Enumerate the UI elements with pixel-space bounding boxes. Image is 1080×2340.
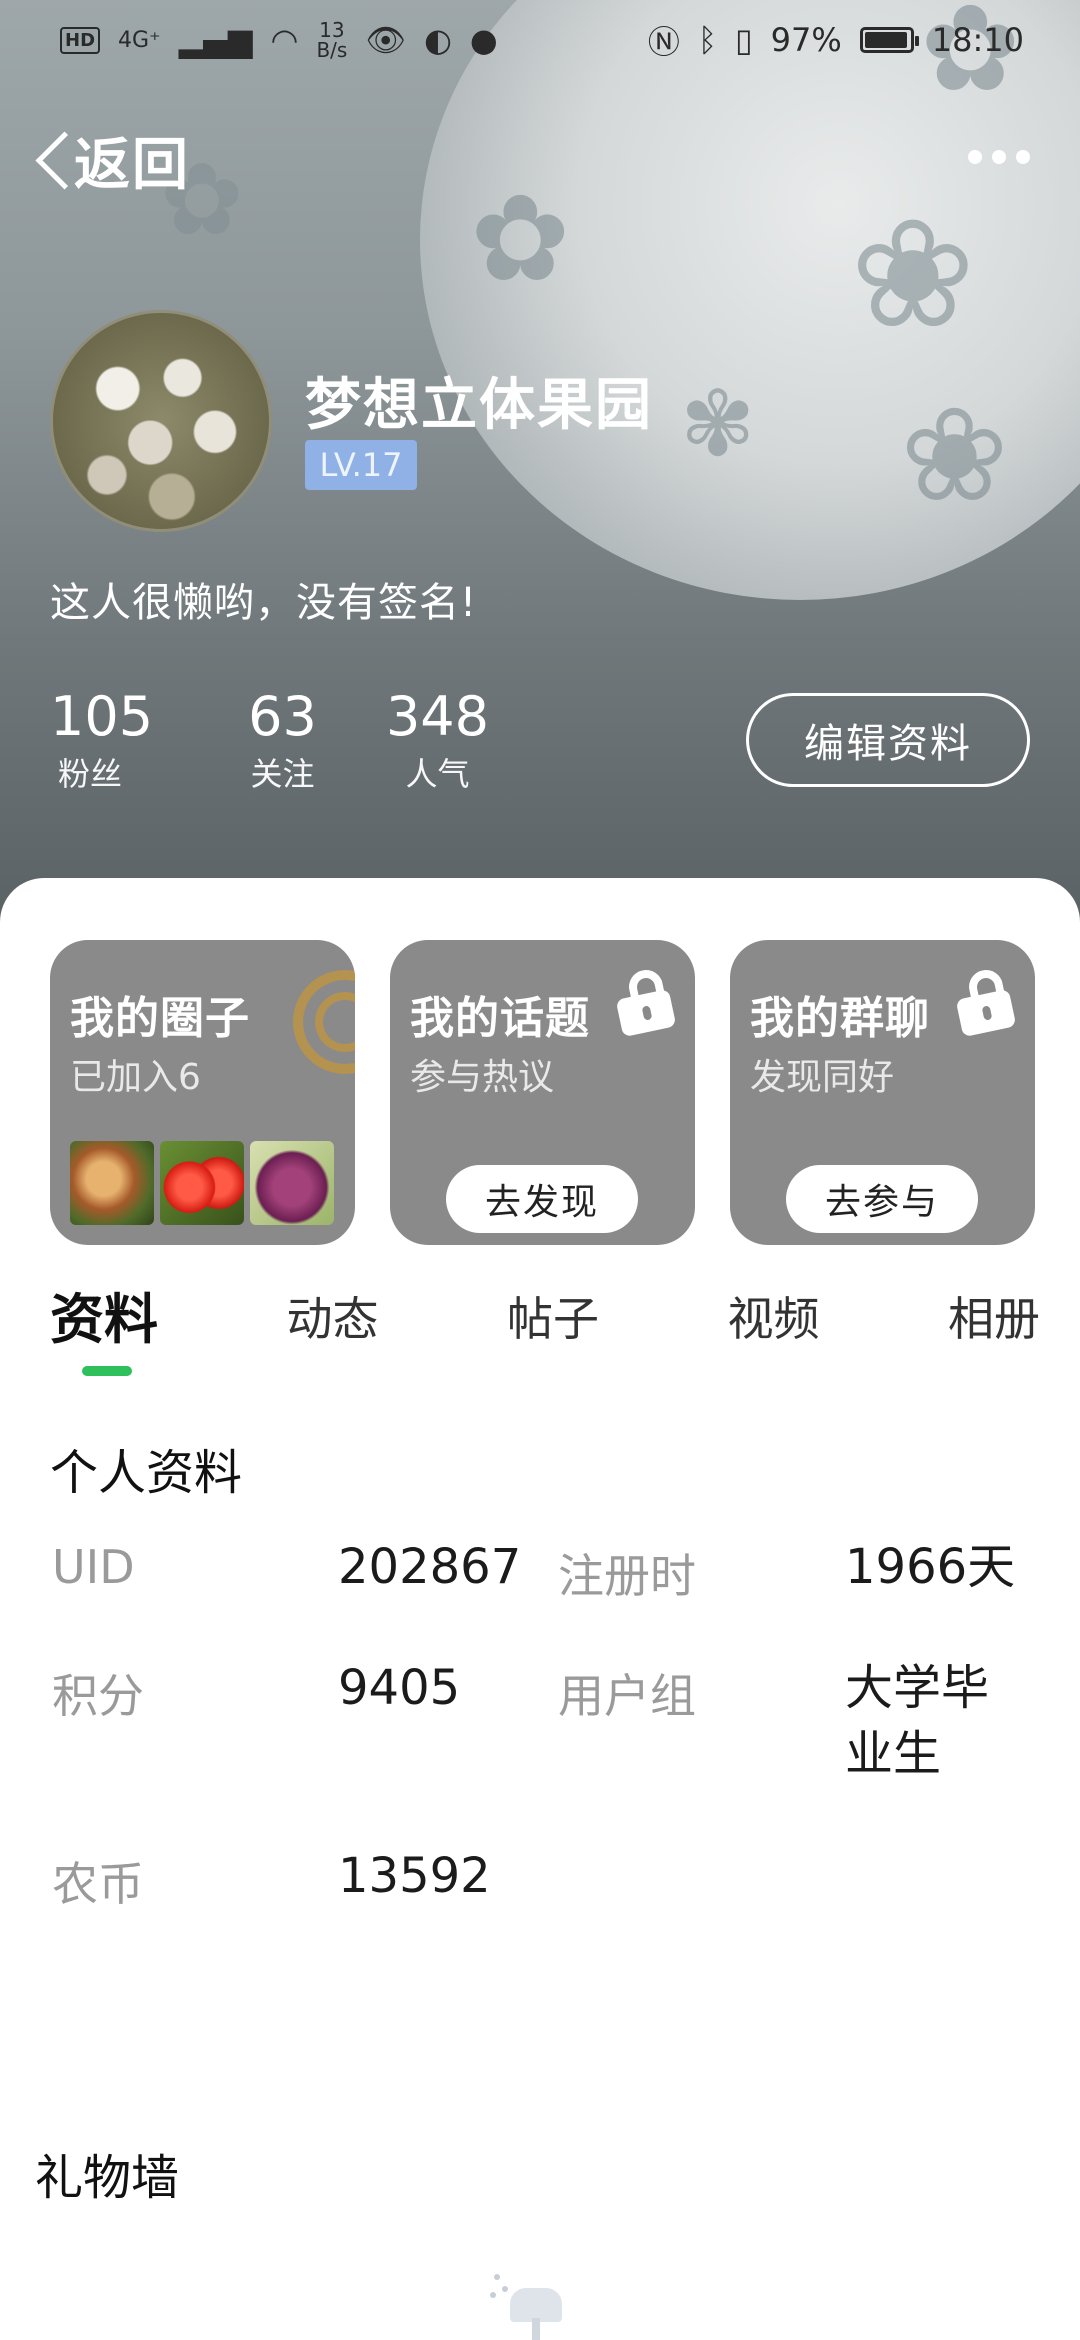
tab-profile[interactable]: 资料: [50, 1275, 158, 1354]
edit-profile-button[interactable]: 编辑资料: [746, 693, 1030, 787]
lock-icon: [955, 966, 1017, 1038]
chevron-left-icon: [30, 130, 70, 190]
stat-value: 63: [248, 685, 317, 748]
stat-value: 105: [50, 685, 154, 748]
coins-value: 13592: [338, 1848, 491, 1904]
eye-icon: 👁: [365, 21, 406, 59]
stat-value: 348: [385, 685, 490, 748]
tab-videos[interactable]: 视频: [728, 1275, 820, 1354]
signal-bars-icon: ▂▄▆: [178, 21, 253, 59]
battery-icon: [859, 27, 919, 53]
discover-button[interactable]: 去发现: [446, 1165, 638, 1233]
empty-mailbox-icon: [490, 2270, 580, 2340]
flower-decoration: ❀: [850, 188, 976, 362]
ring-icon: [293, 970, 355, 1074]
join-button[interactable]: 去参与: [786, 1165, 978, 1233]
active-tab-indicator: [82, 1366, 132, 1376]
card-subtitle: 已加入6: [70, 1057, 201, 1098]
points-value: 9405: [338, 1660, 461, 1716]
bluetooth-icon: ᛒ: [697, 21, 718, 59]
stat-popularity[interactable]: 348 人气: [360, 685, 515, 799]
card-title: 我的圈子: [70, 993, 250, 1044]
tab-activity[interactable]: 动态: [287, 1275, 379, 1354]
flower-decoration: ✾: [680, 372, 756, 477]
user-signature: 这人很懒哟，没有签名!: [50, 580, 478, 626]
registration-label: 注册时: [558, 1549, 696, 1603]
stat-label: 人气: [405, 755, 470, 793]
uid-label: UID: [52, 1540, 135, 1594]
vibrate-icon: ▯: [735, 21, 753, 59]
card-my-group-chats[interactable]: 我的群聊 发现同好 去参与: [730, 940, 1035, 1245]
user-group-label: 用户组: [558, 1669, 696, 1723]
hd-indicator: HD: [60, 26, 101, 54]
card-title: 我的群聊: [750, 993, 930, 1044]
circle-thumbnail[interactable]: [160, 1141, 244, 1225]
circle-thumbnail[interactable]: [250, 1141, 334, 1225]
lock-icon: [615, 966, 677, 1038]
coins-label: 农币: [52, 1857, 144, 1911]
tab-posts[interactable]: 帖子: [507, 1275, 599, 1354]
stat-fans[interactable]: 105 粉丝: [50, 685, 154, 799]
stat-label: 粉丝: [58, 755, 123, 793]
status-right-group: Ⓝ ᛒ ▯ 97% 18:10: [648, 17, 1024, 63]
tab-albums[interactable]: 相册: [948, 1275, 1040, 1354]
circle-thumbnail[interactable]: [70, 1141, 154, 1225]
wechat-icon: ●: [469, 21, 498, 59]
circle-thumbnails: [70, 1141, 334, 1225]
card-subtitle: 参与热议: [410, 1057, 555, 1098]
avatar[interactable]: [50, 310, 272, 532]
card-my-topics[interactable]: 我的话题 参与热议 去发现: [390, 940, 695, 1245]
stat-label: 关注: [250, 755, 315, 793]
stat-following[interactable]: 63 关注: [205, 685, 360, 799]
gift-wall-title: 礼物墙: [35, 2150, 180, 2206]
speed-value: 13: [319, 18, 345, 42]
uid-value: 202867: [338, 1539, 522, 1595]
stats-row: 105 粉丝 63 关注 348 人气: [50, 685, 515, 799]
section-title-profile: 个人资料: [50, 1445, 243, 1501]
network-speed: 13 B/s: [316, 20, 347, 60]
level-badge: LV.17: [305, 440, 417, 490]
user-group-value: 大学毕 业生: [845, 1655, 989, 1787]
wifi-icon: ◠: [270, 21, 299, 59]
battery-percent: 97%: [770, 21, 842, 59]
flower-decoration: ❀: [900, 379, 1009, 531]
battery-fill: [864, 32, 908, 48]
clock: 18:10: [931, 21, 1024, 59]
registration-value: 1966天: [845, 1539, 1016, 1595]
card-title: 我的话题: [410, 993, 590, 1044]
speed-unit: B/s: [316, 38, 348, 62]
nfc-icon: Ⓝ: [647, 23, 680, 61]
user-group-value-line: 业生: [845, 1726, 942, 1782]
profile-tabs: 资料 动态 帖子 视频 相册: [50, 1275, 1040, 1354]
more-options-icon[interactable]: [968, 150, 1030, 164]
app-notification-icon: ◐: [423, 21, 452, 59]
network-signal-icon: 4G⁺: [118, 27, 161, 53]
username: 梦想立体果园: [305, 373, 653, 438]
card-my-circles[interactable]: 我的圈子 已加入6: [50, 940, 355, 1245]
feature-cards: 我的圈子 已加入6 我的话题 参与热议 去发现 我的群聊 发现同好 去参与: [50, 940, 1035, 1245]
flower-decoration: ✿: [470, 170, 571, 309]
status-bar: HD 4G⁺ ▂▄▆ ◠ 13 B/s 👁 ◐ ● Ⓝ ᛒ ▯ 97% 18:1…: [0, 0, 1080, 80]
back-button[interactable]: 返回: [30, 120, 190, 200]
card-subtitle: 发现同好: [750, 1057, 895, 1098]
points-label: 积分: [52, 1669, 144, 1723]
status-left-group: HD 4G⁺ ▂▄▆ ◠ 13 B/s 👁 ◐ ●: [60, 20, 498, 60]
user-group-value-line: 大学毕: [845, 1660, 990, 1716]
